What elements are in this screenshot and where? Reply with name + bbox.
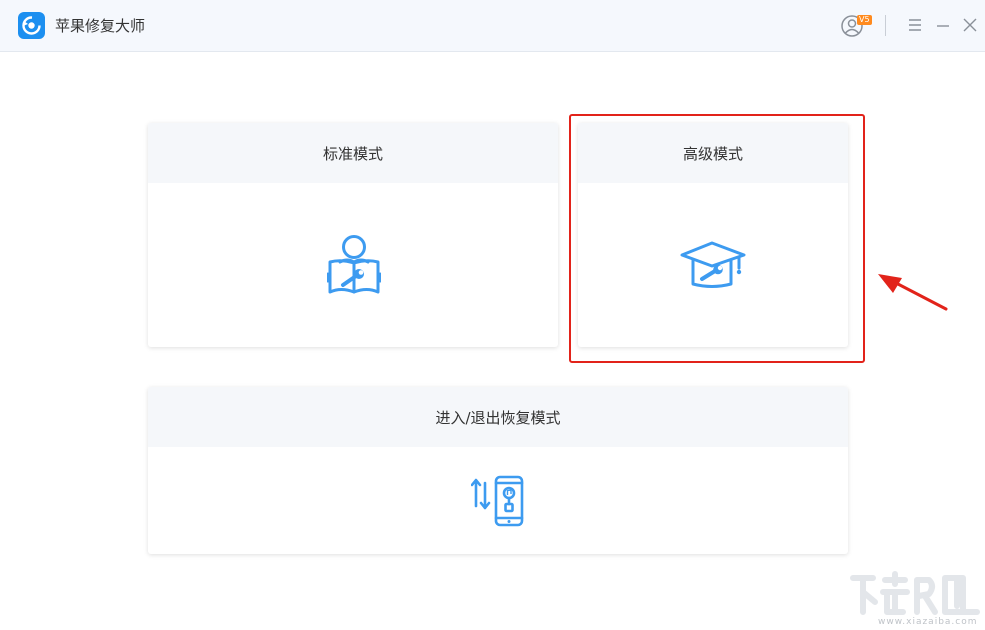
standard-mode-card[interactable]: 标准模式 bbox=[148, 123, 558, 347]
title-bar: 苹果修复大师 V5 bbox=[0, 0, 985, 52]
annotation-arrow bbox=[878, 274, 948, 311]
recovery-mode-label: 进入/退出恢复模式 bbox=[148, 387, 848, 447]
advanced-mode-card[interactable]: 高级模式 bbox=[578, 123, 848, 347]
reader-wrench-icon bbox=[327, 235, 381, 294]
recovery-mode-card[interactable]: 进入/退出恢复模式 bbox=[148, 387, 848, 554]
app-logo-icon bbox=[18, 12, 45, 39]
graduation-cap-wrench-icon bbox=[680, 241, 746, 288]
minimize-icon[interactable] bbox=[934, 16, 952, 34]
phone-recovery-icon bbox=[471, 475, 524, 527]
menu-icon[interactable] bbox=[906, 16, 924, 34]
titlebar-divider bbox=[885, 15, 886, 36]
app-title: 苹果修复大师 bbox=[55, 17, 146, 35]
standard-mode-label: 标准模式 bbox=[148, 123, 558, 183]
advanced-mode-label: 高级模式 bbox=[578, 123, 848, 183]
vip-badge: V5 bbox=[857, 15, 872, 25]
watermark-url: www.xiazaiba.com bbox=[878, 617, 978, 627]
close-icon[interactable] bbox=[961, 16, 979, 34]
